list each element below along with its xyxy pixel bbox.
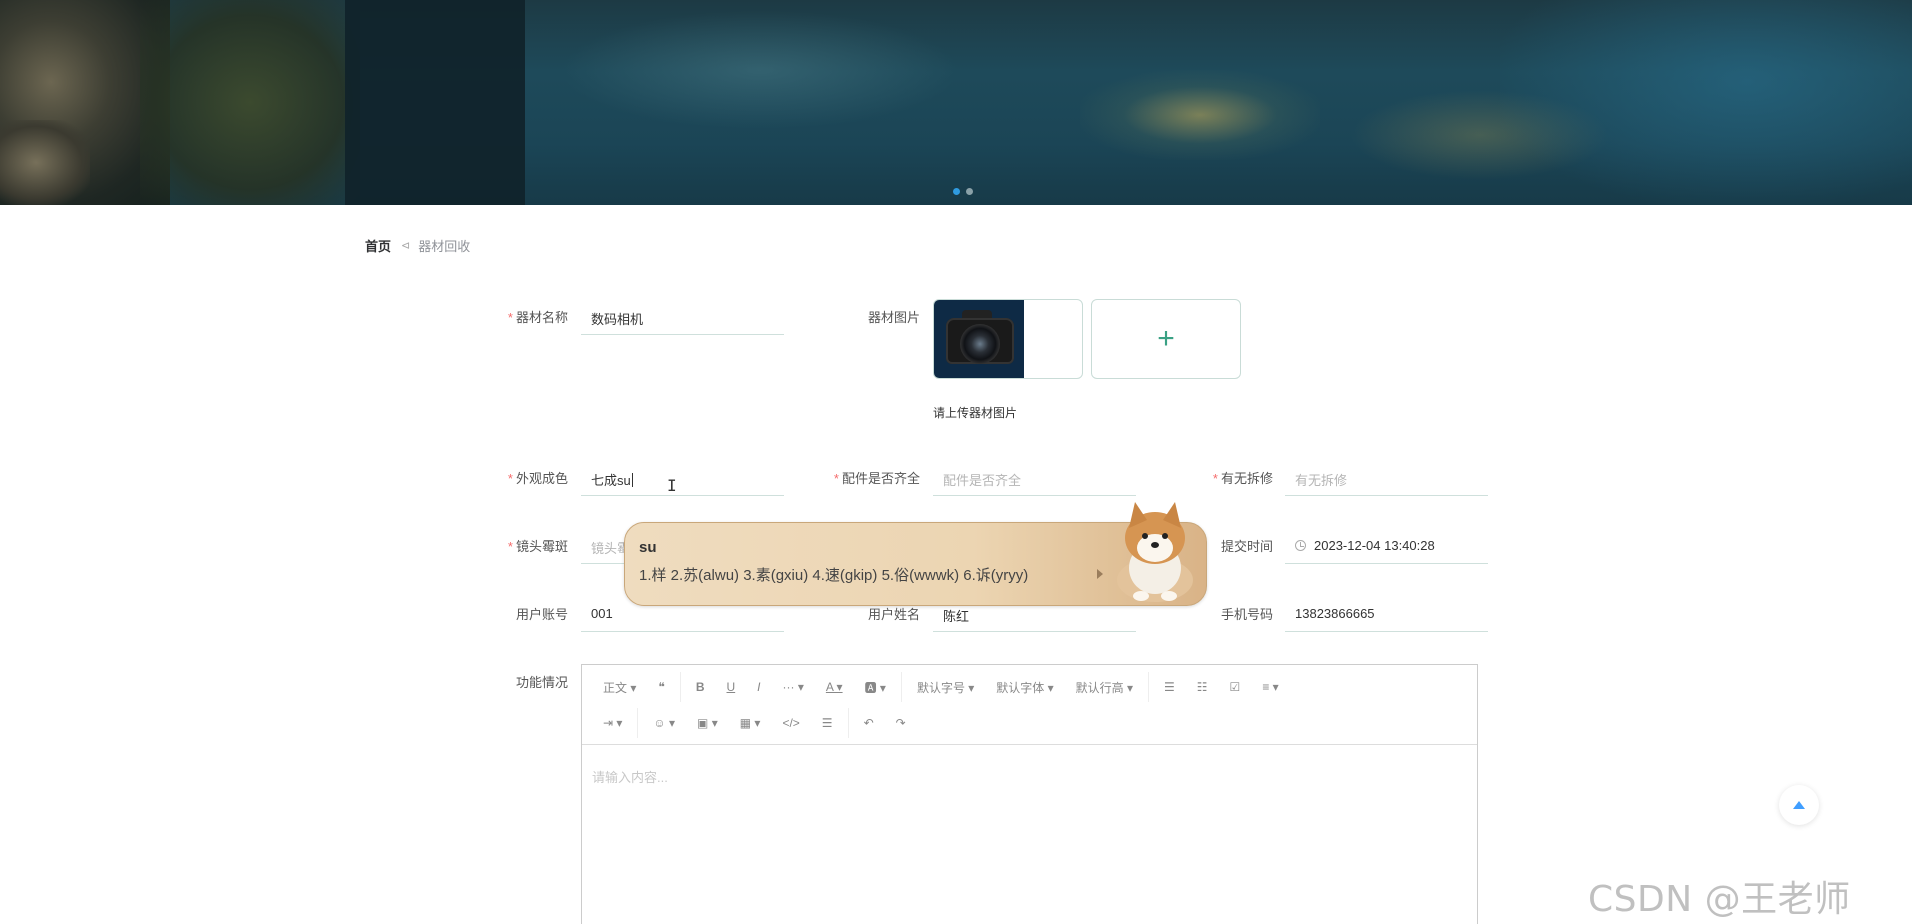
- watermark: CSDN @王老师621: [1588, 879, 1851, 924]
- banner-fish-glow: [1080, 70, 1320, 160]
- text-caret: [631, 473, 633, 487]
- carousel-dot-1[interactable]: [953, 188, 960, 195]
- heading-select[interactable]: 正文 ▾: [592, 679, 647, 696]
- equipment-name-label: * 器材名称: [507, 310, 568, 325]
- text-cursor-icon: I: [667, 476, 677, 495]
- next-page-icon[interactable]: [1097, 569, 1103, 579]
- disassembly-label: * 有无拆修: [1212, 471, 1273, 486]
- breadcrumb-current: 器材回收: [418, 239, 471, 254]
- phone-input[interactable]: 13823866665: [1285, 596, 1488, 632]
- underline-icon[interactable]: U: [716, 680, 747, 694]
- background-color-icon[interactable]: 🅰 ▾: [854, 679, 897, 696]
- numbered-list-icon[interactable]: ☷: [1186, 680, 1219, 694]
- toolbar-divider: [900, 672, 902, 702]
- phone-label: 手机号码: [1220, 607, 1273, 622]
- equipment-image-label: 器材图片: [867, 310, 920, 325]
- banner-rock-lower: [0, 120, 90, 205]
- equipment-name-input[interactable]: 数码相机: [581, 299, 784, 335]
- appearance-label: * 外观成色: [507, 471, 568, 486]
- breadcrumb-separator-icon: ⊲: [401, 240, 411, 252]
- toolbar-row-1: 正文 ▾ ❝ B U I ··· ▾ A ▾ 🅰 ▾ 默认字号 ▾ 默认字体 ▾…: [592, 669, 1467, 705]
- editor-content[interactable]: 请输入内容...: [582, 745, 1477, 808]
- lens-mold-label: * 镜头霉斑: [507, 539, 568, 554]
- shiba-dog-skin: [1117, 502, 1193, 602]
- todo-icon[interactable]: ☑: [1219, 680, 1252, 694]
- undo-icon[interactable]: ↶: [853, 716, 885, 730]
- divider-line-icon[interactable]: ☰: [811, 716, 844, 730]
- quote-icon[interactable]: ❝: [647, 680, 675, 694]
- bulleted-list-icon[interactable]: ☰: [1153, 680, 1186, 694]
- banner-foliage: [140, 0, 360, 205]
- banner-water-glow-2: [1500, 0, 1912, 205]
- bold-icon[interactable]: B: [685, 680, 716, 694]
- rich-text-editor: 正文 ▾ ❝ B U I ··· ▾ A ▾ 🅰 ▾ 默认字号 ▾ 默认字体 ▾…: [581, 664, 1478, 924]
- font-color-icon[interactable]: A ▾: [815, 680, 854, 694]
- ime-composition: su: [639, 539, 657, 556]
- appearance-input[interactable]: 七成su: [581, 460, 784, 496]
- camera-photo: [934, 300, 1024, 378]
- banner-water-glow: [560, 10, 960, 130]
- breadcrumb: 首页 ⊲ 器材回收: [365, 236, 470, 255]
- upload-tip: 请上传器材图片: [933, 406, 1018, 420]
- toolbar-divider: [847, 708, 849, 738]
- indent-icon[interactable]: ⇥ ▾: [592, 716, 633, 730]
- italic-icon[interactable]: I: [746, 680, 771, 694]
- back-to-top-button[interactable]: [1779, 785, 1819, 825]
- submit-time-picker[interactable]: 2023-12-04 13:40:28: [1285, 528, 1488, 564]
- redo-icon[interactable]: ↷: [885, 716, 917, 730]
- plus-icon: +: [1157, 322, 1175, 355]
- accessories-label: * 配件是否齐全: [833, 471, 920, 486]
- font-family-select[interactable]: 默认字体 ▾: [985, 679, 1064, 696]
- code-icon[interactable]: </>: [771, 716, 810, 730]
- banner-carousel: [0, 0, 1912, 205]
- table-icon[interactable]: ▦ ▾: [729, 716, 772, 730]
- emoji-icon[interactable]: ☺ ▾: [642, 716, 686, 730]
- disassembly-input[interactable]: 有无拆修: [1285, 460, 1488, 496]
- breadcrumb-home[interactable]: 首页: [365, 236, 391, 255]
- function-label: 功能情况: [515, 675, 568, 690]
- carousel-indicators: [953, 188, 973, 195]
- user-account-label: 用户账号: [515, 607, 568, 622]
- toolbar-divider: [1148, 672, 1150, 702]
- clock-icon: [1295, 540, 1306, 551]
- toolbar-row-2: ⇥ ▾ ☺ ▾ ▣ ▾ ▦ ▾ </> ☰ ↶ ↷: [592, 705, 1467, 741]
- editor-toolbar: 正文 ▾ ❝ B U I ··· ▾ A ▾ 🅰 ▾ 默认字号 ▾ 默认字体 ▾…: [582, 665, 1477, 745]
- uploaded-image-thumbnail[interactable]: [933, 299, 1083, 379]
- line-height-select[interactable]: 默认行高 ▾: [1065, 679, 1144, 696]
- image-icon[interactable]: ▣ ▾: [686, 716, 729, 730]
- user-name-label: 用户姓名: [867, 607, 920, 622]
- ime-candidate-list[interactable]: 1.样 2.苏(alwu) 3.素(gxiu) 4.速(gkip) 5.俗(ww…: [639, 564, 1028, 585]
- camera-lens: [960, 324, 1000, 364]
- toolbar-divider: [679, 672, 681, 702]
- font-size-select[interactable]: 默认字号 ▾: [906, 679, 985, 696]
- align-icon[interactable]: ≡ ▾: [1251, 680, 1289, 694]
- toolbar-divider: [637, 708, 639, 738]
- carousel-dot-2[interactable]: [966, 188, 973, 195]
- upload-add-button[interactable]: +: [1091, 299, 1241, 379]
- arrow-up-icon: [1793, 801, 1805, 809]
- more-style-icon[interactable]: ··· ▾: [772, 680, 815, 694]
- banner-dark-strip: [345, 0, 525, 205]
